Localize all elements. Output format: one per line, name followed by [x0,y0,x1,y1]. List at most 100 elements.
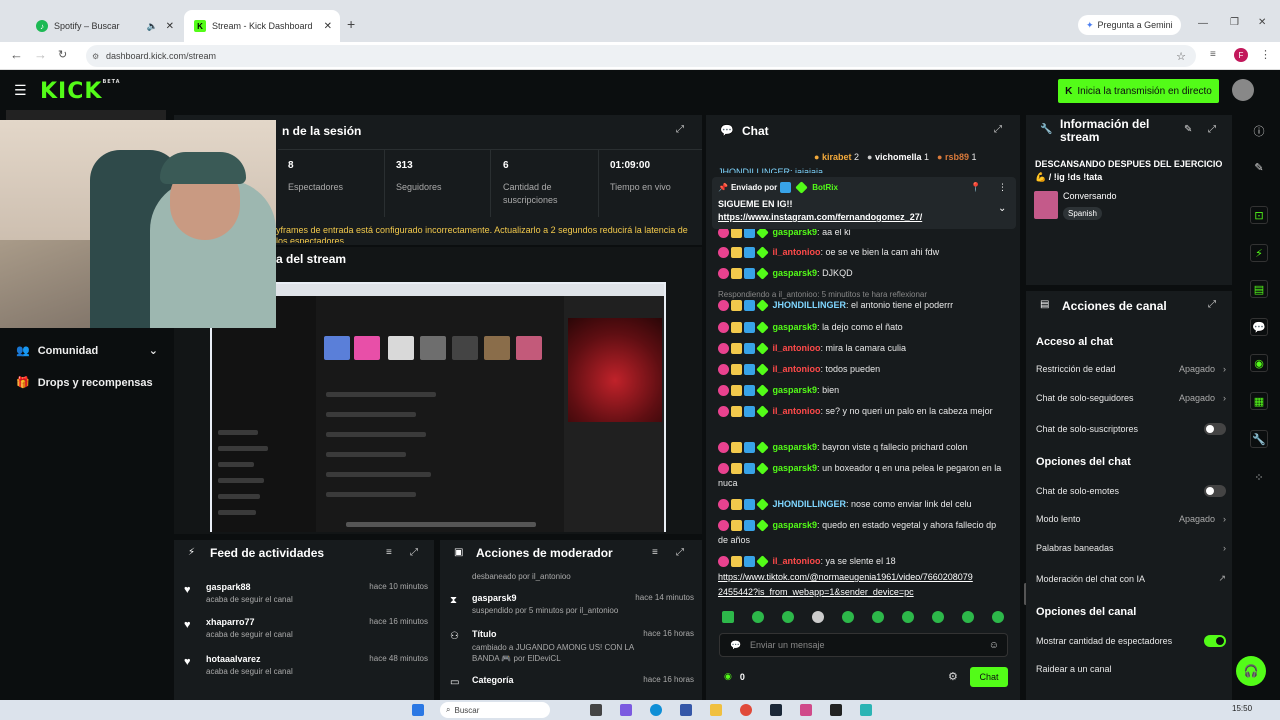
slow-mode-row[interactable]: Modo lento Apagado › [1036,514,1226,524]
feed-username[interactable]: hotaaalvarez [206,654,261,664]
forward-icon[interactable]: → [34,47,47,62]
copilot-icon[interactable] [620,704,632,716]
speaker-icon[interactable]: 🔈 [147,21,158,32]
pinned-link[interactable]: https://www.instagram.com/fernandogomez_… [718,212,922,222]
chrome-icon[interactable] [740,704,752,716]
browser-menu-icon[interactable]: ⋮ [1260,48,1271,61]
file-explorer-icon[interactable] [710,704,722,716]
app-icon[interactable] [800,704,812,716]
profile-avatar[interactable]: F [1234,48,1248,62]
lightning-icon[interactable]: ⚡ [1250,244,1268,262]
sidebar-active-item[interactable] [6,110,166,120]
stream-preview-video[interactable] [210,282,666,532]
followers-only-row[interactable]: Chat de solo-seguidores Apagado › [1036,393,1226,403]
chevron-down-icon[interactable]: ⌄ [998,203,1006,214]
server-icon[interactable]: ▦ [1250,392,1268,410]
feed-username[interactable]: gaspark88 [206,582,251,592]
wrench-icon[interactable]: 🔧 [1250,430,1268,448]
age-restriction-row[interactable]: Restricción de edad Apagado › [1036,364,1226,374]
chat-username[interactable]: il_antonioo [773,556,821,566]
chat-username[interactable]: gasparsk9 [773,520,818,530]
restore-icon[interactable]: ❐ [1230,17,1239,28]
emote-icon[interactable] [932,611,944,623]
emote-icon[interactable] [962,611,974,623]
chat-username[interactable]: il_antonioo [773,406,821,416]
expand-icon[interactable]: ⤢ [994,124,1002,135]
edge-icon[interactable] [650,704,662,716]
emote-icon[interactable] [782,611,794,623]
category-name[interactable]: Conversando [1063,191,1117,201]
channel-points[interactable]: ◉ 0 [724,671,745,682]
chat-username[interactable]: gasparsk9 [773,322,818,332]
app-icon[interactable] [860,704,872,716]
hamburger-menu-icon[interactable]: ☰ [14,82,27,99]
expand-icon[interactable]: ⤢ [676,124,684,135]
chat-username[interactable]: il_antonioo [773,364,821,374]
store-icon[interactable] [680,704,692,716]
site-info-icon[interactable]: ⚙ [92,52,99,61]
emote-icon[interactable] [812,611,824,623]
feed-username[interactable]: xhaparro77 [206,617,255,627]
emote-icon[interactable] [722,611,734,623]
url-input[interactable]: ⚙ dashboard.kick.com/stream ☆ [86,45,1196,67]
banned-words-row[interactable]: Palabras baneadas › [1036,543,1226,553]
close-icon[interactable]: ✕ [166,21,174,32]
window-close-icon[interactable]: ✕ [1258,17,1266,28]
subs-only-toggle[interactable] [1204,423,1226,435]
emote-icon[interactable] [992,611,1004,623]
broadcast-icon[interactable]: ◉ [1250,354,1268,372]
edit-icon[interactable]: ✎ [1250,158,1268,176]
apps-icon[interactable]: ⁘ [1250,468,1268,486]
unpin-icon[interactable]: 📍 [970,182,981,193]
scan-icon[interactable]: ⊡ [1250,206,1268,224]
expand-icon[interactable]: ⤢ [1208,124,1216,135]
help-button[interactable]: 🎧 [1236,656,1266,686]
taskbar-clock[interactable]: 15:50 [1232,704,1252,713]
bookmark-star-icon[interactable]: ☆ [1176,50,1186,63]
emoji-icon[interactable]: ☺ [989,640,999,651]
mod-target[interactable]: gasparsk9 [472,593,517,603]
viewer-count-toggle[interactable] [1204,635,1226,647]
reload-icon[interactable]: ↻ [58,48,67,61]
gifter-vichomella[interactable]: ● vichomella 1 [867,152,929,162]
filter-icon[interactable]: ≡ [386,547,392,558]
new-tab-icon[interactable]: + [347,16,355,32]
expand-icon[interactable]: ⤢ [410,547,418,558]
gifter-kirabet[interactable]: ● kirabet 2 [814,152,859,162]
document-icon[interactable]: ▤ [1250,280,1268,298]
emote-icon[interactable] [872,611,884,623]
tab-kick-dashboard[interactable]: K Stream - Kick Dashboard ✕ [184,10,340,42]
sidebar-item-drops[interactable]: 🎁 Drops y recompensas [16,376,153,390]
windows-start-icon[interactable] [412,704,424,716]
user-avatar[interactable] [1232,79,1254,101]
expand-icon[interactable]: ⤢ [1208,299,1216,310]
emote-icon[interactable] [902,611,914,623]
expand-icon[interactable]: ⤢ [676,547,684,558]
steam-icon[interactable] [770,704,782,716]
obs-icon[interactable] [830,704,842,716]
taskbar-search[interactable]: ⌕ Buscar [440,702,550,718]
minimize-icon[interactable]: — [1198,18,1208,29]
filter-icon[interactable]: ≡ [652,547,658,558]
gemini-button[interactable]: ✦ Pregunta a Gemini [1078,15,1181,35]
chat-username[interactable]: gasparsk9 [773,463,818,473]
raid-channel-row[interactable]: Raidear a un canal [1036,664,1226,674]
kick-logo[interactable]: KICKBETA [40,79,121,104]
chat-username[interactable]: JHONDILLINGER [773,499,847,509]
ai-moderation-row[interactable]: Moderación del chat con IA ↗ [1036,573,1226,584]
chat-send-button[interactable]: Chat [970,667,1008,687]
go-live-button[interactable]: K Inicia la transmisión en directo [1058,79,1219,103]
chat-username[interactable]: gasparsk9 [773,268,818,278]
gifter-rsb89[interactable]: ● rsb89 1 [937,152,977,162]
chat-username[interactable]: il_antonioo [773,247,821,257]
emote-icon[interactable] [842,611,854,623]
sidebar-item-comunidad[interactable]: 👥 Comunidad ⌄ [16,344,158,358]
info-icon[interactable]: ⓘ [1250,122,1268,140]
chat-link-message[interactable]: https://www.tiktok.com/@normaeugenia1961… [718,570,1008,600]
reading-list-icon[interactable]: ≡ [1210,49,1216,60]
pinned-message[interactable]: 📌 Enviado por BotRix 📍 ⋮ SIGUEME EN IG!!… [712,177,1016,229]
task-view-icon[interactable] [590,704,602,716]
more-options-icon[interactable]: ⋮ [998,182,1007,193]
chat-message-input[interactable]: 💬 Enviar un mensaje ☺ [719,633,1008,657]
chat-username[interactable]: gasparsk9 [773,385,818,395]
